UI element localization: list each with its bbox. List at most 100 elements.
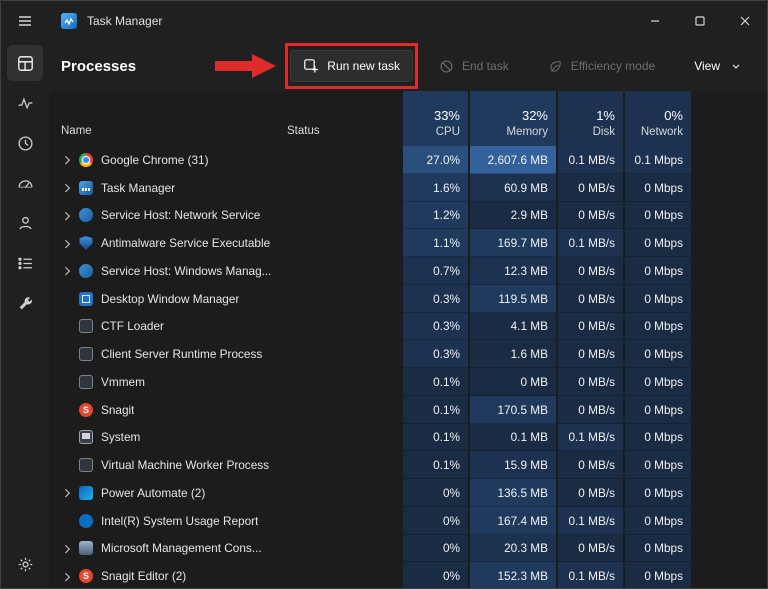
cell-cpu: 0.3% xyxy=(401,340,468,368)
row-expand-chevron[interactable] xyxy=(61,266,71,276)
toolbar: Processes Run new task End task Efficien… xyxy=(49,41,767,91)
table-row[interactable]: Google Chrome (31) 27.0% 2,607.6 MB 0.1 … xyxy=(49,146,767,174)
cell-network: 0 Mbps xyxy=(623,506,691,535)
taskmgr-icon xyxy=(79,180,93,195)
cell-name: Antimalware Service Executable xyxy=(49,229,281,257)
end-task-button[interactable]: End task xyxy=(426,50,522,82)
table-row[interactable]: Microsoft Management Cons... 0% 20.3 MB … xyxy=(49,534,767,563)
table-row[interactable]: Desktop Window Manager 0.3% 119.5 MB 0 M… xyxy=(49,284,767,313)
row-expand-chevron[interactable] xyxy=(61,210,71,220)
cell-memory: 2.9 MB xyxy=(468,201,556,230)
process-name: Snagit xyxy=(101,402,135,417)
minimize-button[interactable] xyxy=(632,1,677,41)
cell-status xyxy=(281,479,401,507)
settings-icon xyxy=(18,557,32,571)
row-expand-chevron[interactable] xyxy=(61,238,71,248)
sidebar-item-startup-apps[interactable] xyxy=(7,165,43,201)
process-table-body: Google Chrome (31) 27.0% 2,607.6 MB 0.1 … xyxy=(49,146,767,588)
cell-disk: 0 MB/s xyxy=(556,257,623,285)
table-row[interactable]: Virtual Machine Worker Process 0.1% 15.9… xyxy=(49,451,767,479)
table-row[interactable]: Service Host: Windows Manag... 0.7% 12.3… xyxy=(49,257,767,285)
cell-filler xyxy=(691,396,767,424)
generic-icon xyxy=(79,458,93,473)
users-icon xyxy=(18,216,32,229)
cell-status xyxy=(281,257,401,285)
table-row[interactable]: Task Manager 1.6% 60.9 MB 0 MB/s 0 Mbps xyxy=(49,173,767,202)
cell-status xyxy=(281,285,401,313)
titlebar: Task Manager xyxy=(1,1,767,41)
sidebar-item-settings[interactable] xyxy=(7,546,43,582)
task-manager-window: Task Manager Processes Run new task End … xyxy=(0,0,768,589)
cell-status xyxy=(281,146,401,174)
sidebar-item-details[interactable] xyxy=(7,245,43,281)
chrome-icon xyxy=(79,152,93,167)
cell-cpu: 27.0% xyxy=(401,146,468,174)
table-row[interactable]: Intel(R) System Usage Report 0% 167.4 MB… xyxy=(49,506,767,535)
cell-disk: 0 MB/s xyxy=(556,173,623,202)
efficiency-mode-button[interactable]: Efficiency mode xyxy=(535,50,669,82)
run-new-task-button[interactable]: Run new task xyxy=(215,43,418,89)
table-row[interactable]: Vmmem 0.1% 0 MB 0 MB/s 0 Mbps xyxy=(49,368,767,396)
cell-memory: 170.5 MB xyxy=(468,395,556,424)
chevron-down-icon xyxy=(730,60,742,72)
cell-memory: 4.1 MB xyxy=(468,312,556,341)
table-row[interactable]: Snagit 0.1% 170.5 MB 0 MB/s 0 Mbps xyxy=(49,395,767,424)
row-expand-chevron[interactable] xyxy=(61,571,71,581)
minimize-icon xyxy=(650,20,659,22)
sidebar-item-app-history[interactable] xyxy=(7,125,43,161)
process-name: Snagit Editor (2) xyxy=(101,569,187,584)
sidebar-item-performance[interactable] xyxy=(7,85,43,121)
process-name: CTF Loader xyxy=(101,319,164,334)
view-button[interactable]: View xyxy=(681,50,751,82)
column-header-disk[interactable]: 1% Disk xyxy=(556,91,623,146)
cell-network: 0 Mbps xyxy=(623,479,691,507)
snagit-icon xyxy=(79,569,93,584)
table-row[interactable]: Power Automate (2) 0% 136.5 MB 0 MB/s 0 … xyxy=(49,479,767,507)
row-expand-chevron[interactable] xyxy=(61,155,71,165)
table-row[interactable]: Service Host: Network Service 1.2% 2.9 M… xyxy=(49,201,767,230)
memory-column-label: Memory xyxy=(506,126,548,138)
cell-disk: 0 MB/s xyxy=(556,395,623,424)
cell-status xyxy=(281,229,401,257)
hamburger-menu-button[interactable] xyxy=(1,1,49,41)
cell-name: Power Automate (2) xyxy=(49,479,281,507)
table-row[interactable]: CTF Loader 0.3% 4.1 MB 0 MB/s 0 Mbps xyxy=(49,312,767,341)
process-name: Service Host: Windows Manag... xyxy=(101,263,272,278)
cell-name: Service Host: Windows Manag... xyxy=(49,257,281,285)
column-header-status[interactable]: Status xyxy=(281,91,401,146)
cell-memory: 119.5 MB xyxy=(468,284,556,313)
row-expand-chevron[interactable] xyxy=(61,543,71,553)
table-row[interactable]: Antimalware Service Executable 1.1% 169.… xyxy=(49,229,767,257)
cell-memory: 167.4 MB xyxy=(468,506,556,535)
column-header-cpu[interactable]: 33% CPU xyxy=(401,91,468,146)
cell-name: Google Chrome (31) xyxy=(49,146,281,174)
column-header-name[interactable]: Name xyxy=(49,91,281,146)
row-expand-chevron[interactable] xyxy=(61,183,71,193)
column-header-memory[interactable]: 32% Memory xyxy=(468,91,556,146)
cell-memory: 169.7 MB xyxy=(468,229,556,257)
table-row[interactable]: Client Server Runtime Process 0.3% 1.6 M… xyxy=(49,340,767,368)
efficiency-mode-leaf-icon xyxy=(548,59,563,74)
maximize-button[interactable] xyxy=(677,1,722,41)
network-total-percent: 0% xyxy=(664,108,683,123)
view-label: View xyxy=(694,59,720,73)
sidebar-item-users[interactable] xyxy=(7,205,43,241)
table-row[interactable]: Snagit Editor (2) 0% 152.3 MB 0.1 MB/s 0… xyxy=(49,562,767,588)
details-icon xyxy=(17,257,32,269)
cell-cpu: 0.3% xyxy=(401,312,468,341)
sidebar-item-processes[interactable] xyxy=(7,45,43,81)
table-row[interactable]: System 0.1% 0.1 MB 0.1 MB/s 0 Mbps xyxy=(49,423,767,452)
memory-total-percent: 32% xyxy=(521,108,548,123)
cell-network: 0 Mbps xyxy=(623,395,691,424)
cell-memory: 1.6 MB xyxy=(468,340,556,368)
column-header-network[interactable]: 0% Network xyxy=(623,91,691,146)
cell-network: 0 Mbps xyxy=(623,173,691,202)
cell-name: Snagit Editor (2) xyxy=(49,562,281,588)
close-button[interactable] xyxy=(722,1,767,41)
cell-disk: 0 MB/s xyxy=(556,534,623,563)
sidebar-item-services[interactable] xyxy=(7,285,43,321)
row-expand-chevron[interactable] xyxy=(61,488,71,498)
process-name: Power Automate (2) xyxy=(101,485,206,500)
cell-status xyxy=(281,313,401,341)
cell-memory: 20.3 MB xyxy=(468,534,556,563)
